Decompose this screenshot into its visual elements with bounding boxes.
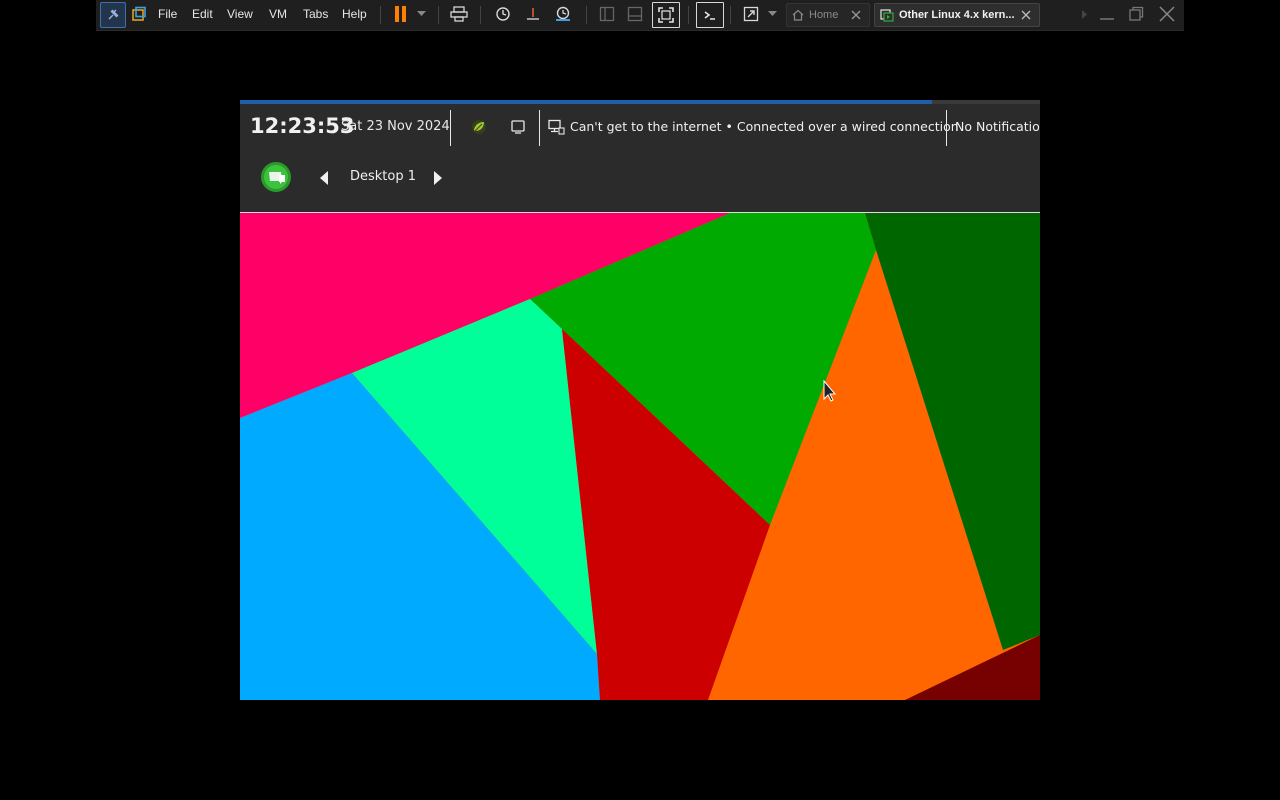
toolbar-separator [438, 6, 439, 24]
panel-separator [450, 110, 451, 146]
toolbar-separator [480, 6, 481, 24]
network-status-text[interactable]: Can't get to the internet • Connected ov… [570, 119, 959, 134]
minimize-icon[interactable] [1096, 2, 1118, 26]
restore-icon[interactable] [1125, 2, 1147, 26]
vm-guest-screen[interactable]: 12:23:53 Sat 23 Nov 2024 Can't get to th… [240, 100, 1040, 700]
close-icon[interactable] [851, 10, 861, 20]
console-view-icon[interactable] [696, 2, 724, 28]
desktop-label[interactable]: Desktop 1 [350, 169, 416, 184]
notifications-text[interactable]: No Notifications [955, 119, 1040, 134]
vm-host-toolbar: File Edit View VM Tabs Help Home Other L… [96, 0, 1184, 31]
library-icon[interactable] [128, 2, 150, 26]
clock[interactable]: 12:23:53 [250, 114, 354, 138]
vm-icon [880, 8, 894, 22]
stretch-guest-icon[interactable] [740, 2, 762, 26]
home-icon [792, 9, 804, 21]
tab-home[interactable]: Home [786, 3, 870, 27]
thumbnail-bar-icon[interactable] [624, 2, 646, 26]
toolbar-separator [730, 6, 731, 24]
menu-help[interactable]: Help [342, 0, 367, 28]
menu-file[interactable]: File [158, 0, 177, 28]
full-screen-icon[interactable] [652, 2, 680, 28]
toolbar-separator [586, 6, 587, 24]
pin-icon[interactable] [100, 2, 126, 28]
tab-vm-other-linux[interactable]: Other Linux 4.x kern... [874, 3, 1040, 27]
chevron-down-icon[interactable] [414, 2, 428, 26]
chevron-right-icon[interactable] [1080, 2, 1090, 26]
snapshot-manager-icon[interactable] [552, 2, 574, 26]
update-indicator-icon[interactable] [470, 118, 488, 140]
send-ctrl-alt-del-icon[interactable] [448, 2, 470, 26]
sidebar-view-icon[interactable] [596, 2, 618, 26]
snapshot-icon[interactable] [492, 2, 514, 26]
revert-snapshot-icon[interactable] [522, 2, 544, 26]
menu-tabs[interactable]: Tabs [303, 0, 328, 28]
display-icon[interactable] [510, 119, 526, 139]
network-wired-icon[interactable] [548, 119, 565, 139]
close-window-icon[interactable] [1156, 2, 1178, 26]
close-icon[interactable] [1021, 10, 1031, 20]
toolbar-separator [688, 6, 689, 24]
next-desktop-icon[interactable] [433, 170, 442, 189]
desktop-wallpaper[interactable] [240, 213, 1040, 700]
app-launcher-icon[interactable] [260, 161, 292, 197]
previous-desktop-icon[interactable] [320, 170, 329, 189]
toolbar-separator [380, 6, 381, 24]
panel-separator [539, 110, 540, 146]
date[interactable]: Sat 23 Nov 2024 [341, 119, 450, 134]
guest-top-panel: 12:23:53 Sat 23 Nov 2024 Can't get to th… [240, 104, 1040, 212]
pause-icon[interactable] [390, 2, 412, 26]
menu-vm[interactable]: VM [269, 0, 287, 28]
menu-edit[interactable]: Edit [192, 0, 213, 28]
panel-separator [946, 110, 947, 146]
menu-view[interactable]: View [227, 0, 253, 28]
tab-vm-label: Other Linux 4.x kern... [899, 9, 1015, 21]
tab-home-label: Home [809, 9, 839, 21]
chevron-down-icon[interactable] [766, 2, 778, 26]
